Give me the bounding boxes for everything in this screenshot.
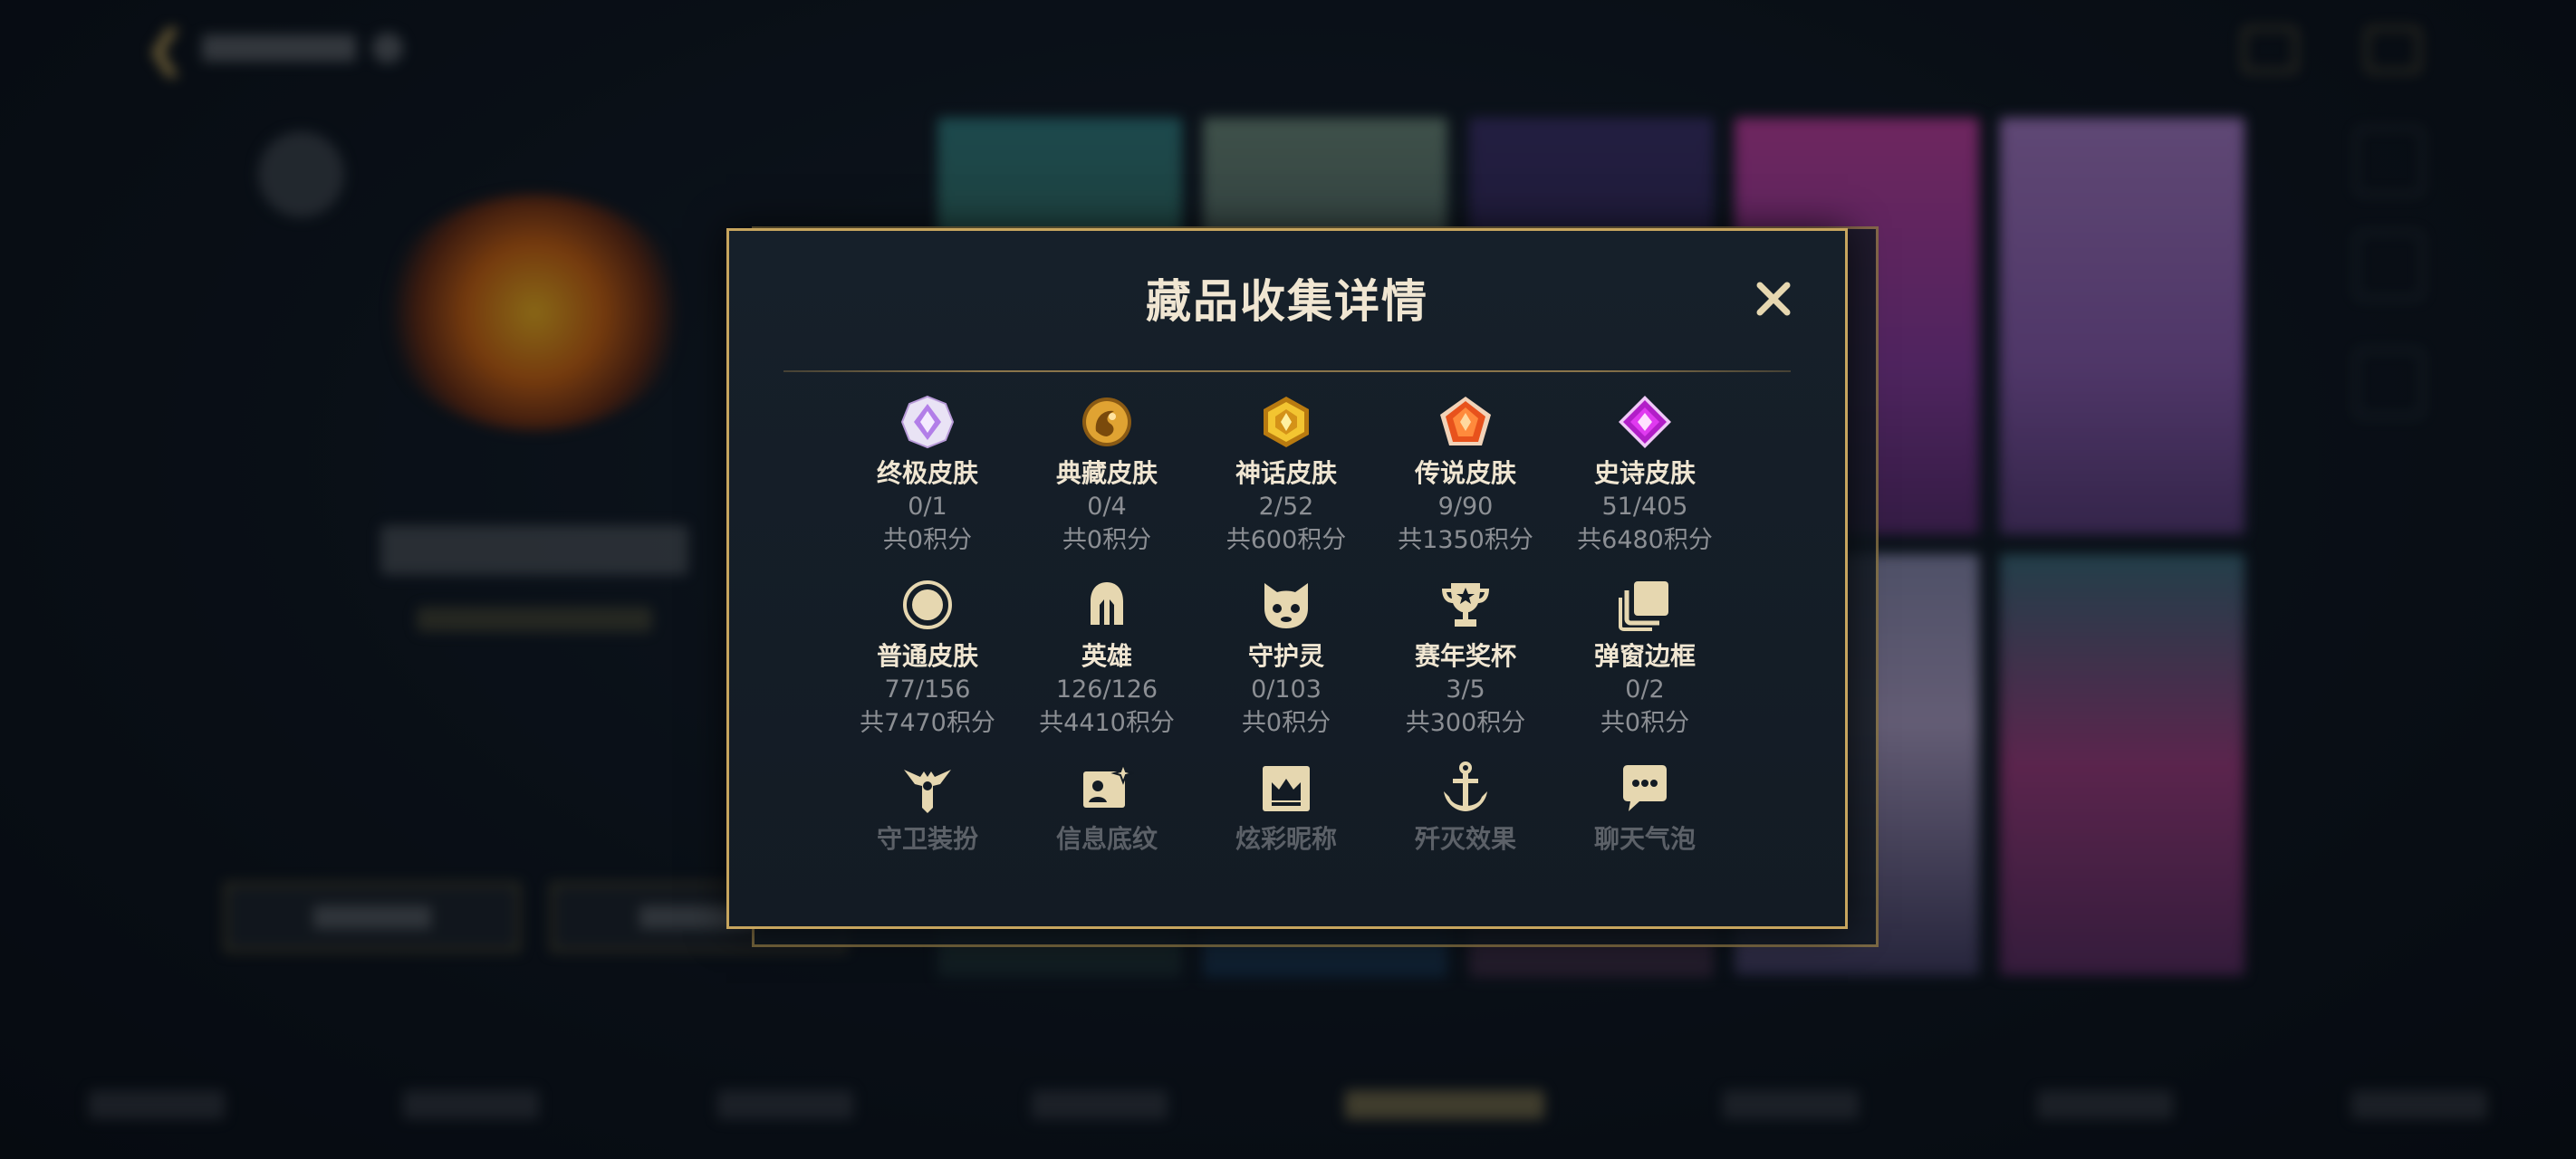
color-nickname-icon [1258,760,1314,816]
chat-bubble-icon [1617,760,1673,816]
item-name: 弹窗边框 [1593,641,1696,671]
item-name: 普通皮肤 [876,641,978,671]
item-name: 赛年奖杯 [1414,641,1516,671]
item-count: 0/4 [1087,493,1127,521]
item-points: 共0积分 [1062,526,1152,554]
item-count: 51/405 [1601,493,1688,521]
collection-item[interactable]: 史诗皮肤 51/405 共6480积分 [1555,394,1735,559]
item-points: 共7470积分 [860,709,995,737]
collection-details-modal: 藏品收集详情 终极皮肤 0/1 共0积分 典藏皮肤 0/4 共0积分 神话皮肤 … [726,228,1848,929]
item-points: 共1350积分 [1398,526,1533,554]
item-name: 炫彩昵称 [1235,824,1337,854]
title-divider [783,370,1791,372]
prestige-skin-icon [1079,394,1135,450]
collection-grid: 终极皮肤 0/1 共0积分 典藏皮肤 0/4 共0积分 神话皮肤 2/52 共6… [838,394,1744,924]
item-name: 典藏皮肤 [1055,458,1158,488]
item-name: 终极皮肤 [876,458,978,488]
item-name: 传说皮肤 [1414,458,1516,488]
mythic-skin-icon [1258,394,1314,450]
item-points: 共0积分 [1600,709,1690,737]
collection-item[interactable]: 赛年奖杯 3/5 共300积分 [1376,577,1555,742]
item-name: 神话皮肤 [1235,458,1337,488]
info-banner-icon [1079,760,1135,816]
champion-helmet-icon [1079,577,1135,633]
collection-item[interactable]: 终极皮肤 0/1 共0积分 [838,394,1017,559]
item-name: 守卫装扮 [876,824,978,854]
item-count: 3/5 [1446,675,1485,704]
item-name: 英雄 [1081,641,1132,671]
item-points: 共6480积分 [1577,526,1713,554]
collection-item[interactable]: 聊天气泡 [1555,760,1735,924]
screen: ❮ 藏品收集详情 终极皮肤 0/1 共0积分 典藏皮肤 0/4 共0积分 神话皮… [0,0,2576,1159]
guardian-spirit-icon [1258,577,1314,633]
ward-skin-icon [899,760,956,816]
item-count: 126/126 [1055,675,1158,704]
collection-item[interactable]: 歼灭效果 [1376,760,1555,924]
item-points: 共600积分 [1226,526,1347,554]
collection-item[interactable]: 典藏皮肤 0/4 共0积分 [1017,394,1197,559]
item-count: 9/90 [1437,493,1494,521]
item-name: 守护灵 [1247,641,1324,671]
epic-skin-icon [1617,394,1673,450]
item-points: 共0积分 [1241,709,1331,737]
item-name: 歼灭效果 [1414,824,1516,854]
popup-frame-icon [1617,577,1673,633]
collection-item[interactable]: 守卫装扮 [838,760,1017,924]
item-name: 聊天气泡 [1593,824,1696,854]
season-trophy-icon [1437,577,1494,633]
collection-item[interactable]: 信息底纹 [1017,760,1197,924]
item-count: 2/52 [1258,493,1314,521]
item-count: 0/1 [908,493,947,521]
collection-item[interactable]: 传说皮肤 9/90 共1350积分 [1376,394,1555,559]
item-points: 共300积分 [1405,709,1526,737]
item-name: 史诗皮肤 [1593,458,1696,488]
item-count: 77/156 [884,675,971,704]
item-points: 共4410积分 [1039,709,1175,737]
legendary-skin-icon [1437,394,1494,450]
item-points: 共0积分 [882,526,973,554]
elimination-effect-icon [1437,760,1494,816]
close-icon [1756,282,1791,316]
item-count: 0/103 [1251,675,1322,704]
item-count: 0/2 [1625,675,1665,704]
ultimate-skin-icon [899,394,956,450]
item-name: 信息底纹 [1055,824,1158,854]
collection-item[interactable]: 炫彩昵称 [1197,760,1376,924]
collection-item[interactable]: 普通皮肤 77/156 共7470积分 [838,577,1017,742]
standard-skin-icon [899,577,956,633]
close-button[interactable] [1751,276,1796,321]
collection-item[interactable]: 弹窗边框 0/2 共0积分 [1555,577,1735,742]
collection-item[interactable]: 守护灵 0/103 共0积分 [1197,577,1376,742]
collection-item[interactable]: 神话皮肤 2/52 共600积分 [1197,394,1376,559]
modal-title: 藏品收集详情 [1146,275,1428,328]
collection-item[interactable]: 英雄 126/126 共4410积分 [1017,577,1197,742]
